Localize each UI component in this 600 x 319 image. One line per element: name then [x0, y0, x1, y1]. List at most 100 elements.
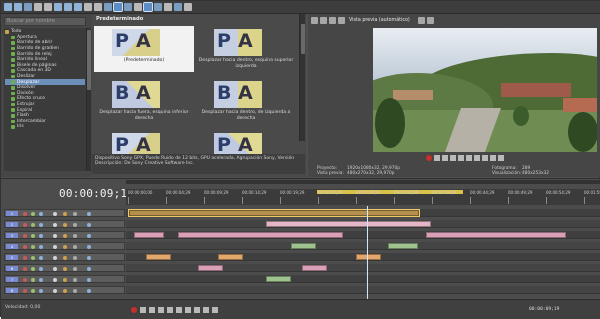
normal-edit-tool-icon[interactable] — [104, 3, 112, 11]
level-icon[interactable] — [87, 212, 91, 216]
stop-icon[interactable] — [176, 307, 182, 313]
track-lane[interactable] — [126, 264, 600, 272]
motion-icon[interactable] — [63, 234, 67, 238]
tree-scrollbar-thumb[interactable] — [87, 30, 91, 90]
motion-icon[interactable] — [63, 267, 67, 271]
track-lane[interactable] — [126, 275, 600, 283]
selection-tool-icon[interactable] — [124, 3, 132, 11]
undo-icon[interactable] — [84, 3, 92, 11]
level-icon[interactable] — [87, 245, 91, 249]
mute-icon[interactable] — [23, 256, 27, 260]
mute-icon[interactable] — [23, 278, 27, 282]
play-from-start-icon[interactable] — [149, 307, 155, 313]
solo-icon[interactable] — [31, 245, 35, 249]
track-lane[interactable] — [126, 253, 600, 261]
media-event[interactable] — [426, 232, 566, 238]
pause-icon[interactable] — [458, 155, 464, 161]
media-event[interactable] — [266, 276, 291, 282]
video-fx-icon[interactable] — [311, 16, 318, 24]
play-icon[interactable] — [450, 155, 456, 161]
transition-tile[interactable]: P A (Predeterminado) — [94, 26, 194, 72]
motion-icon[interactable] — [63, 223, 67, 227]
auto-ripple-icon[interactable] — [154, 3, 162, 11]
pause-icon[interactable] — [167, 307, 173, 313]
track-header[interactable]: 4 — [4, 242, 125, 250]
fx-icon[interactable] — [39, 256, 43, 260]
track-header[interactable]: 7 — [4, 275, 125, 283]
media-event[interactable] — [302, 265, 327, 271]
previous-frame-icon[interactable] — [203, 307, 209, 313]
record-icon[interactable] — [131, 307, 137, 313]
play-icon[interactable] — [158, 307, 164, 313]
mute-icon[interactable] — [23, 223, 27, 227]
motion-icon[interactable] — [63, 289, 67, 293]
lock-icon[interactable] — [73, 234, 77, 238]
next-frame-icon[interactable] — [212, 307, 218, 313]
envelope-tool-icon[interactable] — [113, 2, 123, 12]
media-event[interactable] — [178, 232, 343, 238]
save-snapshot-icon[interactable] — [426, 16, 434, 24]
lock-icon[interactable] — [73, 267, 77, 271]
fx-icon[interactable] — [39, 245, 43, 249]
level-icon[interactable] — [87, 223, 91, 227]
lock-icon[interactable] — [73, 256, 77, 260]
motion-icon[interactable] — [63, 256, 67, 260]
fx-icon[interactable] — [39, 278, 43, 282]
motion-icon[interactable] — [63, 278, 67, 282]
snap-icon[interactable] — [143, 2, 153, 12]
fx-icon[interactable] — [39, 234, 43, 238]
save-icon[interactable] — [24, 3, 32, 11]
preview-mode-dropdown[interactable]: Vista previa (automático) — [349, 18, 410, 23]
lock-envelopes-icon[interactable] — [164, 3, 172, 11]
compositing-icon[interactable] — [53, 234, 57, 238]
copy-snapshot-icon[interactable] — [417, 16, 425, 24]
fx-icon[interactable] — [39, 289, 43, 293]
compositing-icon[interactable] — [53, 212, 57, 216]
level-icon[interactable] — [87, 267, 91, 271]
level-icon[interactable] — [87, 256, 91, 260]
go-to-start-icon[interactable] — [185, 307, 191, 313]
solo-icon[interactable] — [31, 289, 35, 293]
lock-icon[interactable] — [73, 245, 77, 249]
playhead[interactable] — [367, 206, 368, 303]
record-icon[interactable] — [426, 155, 432, 161]
compositing-icon[interactable] — [53, 223, 57, 227]
solo-icon[interactable] — [31, 267, 35, 271]
track-lane[interactable] — [126, 231, 600, 239]
help-icon[interactable] — [184, 3, 192, 11]
track-header[interactable]: 2 — [4, 220, 125, 228]
fx-icon[interactable] — [39, 223, 43, 227]
loop-icon[interactable] — [434, 155, 440, 161]
redo-icon[interactable] — [94, 3, 102, 11]
compositing-icon[interactable] — [53, 256, 57, 260]
track-header[interactable]: 6 — [4, 264, 125, 272]
track-header[interactable]: 5 — [4, 253, 125, 261]
motion-icon[interactable] — [63, 212, 67, 216]
media-event[interactable] — [134, 232, 164, 238]
track-header[interactable]: 8 — [4, 286, 125, 294]
level-icon[interactable] — [87, 289, 91, 293]
tree-scrollbar[interactable] — [86, 28, 91, 171]
media-event[interactable] — [146, 254, 171, 260]
media-event[interactable] — [128, 209, 420, 217]
media-event[interactable] — [198, 265, 223, 271]
transition-tile[interactable]: P A Desplazar hacia dentro, esquina superi… — [196, 26, 296, 72]
next-frame-icon[interactable] — [498, 155, 504, 161]
mute-icon[interactable] — [23, 289, 27, 293]
solo-icon[interactable] — [31, 234, 35, 238]
split-screen-icon[interactable] — [320, 16, 327, 24]
paste-icon[interactable] — [74, 3, 82, 11]
lock-icon[interactable] — [73, 278, 77, 282]
media-event[interactable] — [291, 243, 316, 249]
search-input[interactable]: Buscar por nombre — [4, 17, 86, 26]
lock-icon[interactable] — [73, 289, 77, 293]
grid-scrollbar-thumb[interactable] — [301, 24, 305, 54]
stop-icon[interactable] — [466, 155, 472, 161]
go-to-end-icon[interactable] — [194, 307, 200, 313]
compositing-icon[interactable] — [53, 289, 57, 293]
new-icon[interactable] — [4, 3, 12, 11]
fx-icon[interactable] — [39, 267, 43, 271]
media-event[interactable] — [388, 243, 418, 249]
go-to-start-icon[interactable] — [474, 155, 480, 161]
track-lane[interactable] — [126, 209, 600, 217]
